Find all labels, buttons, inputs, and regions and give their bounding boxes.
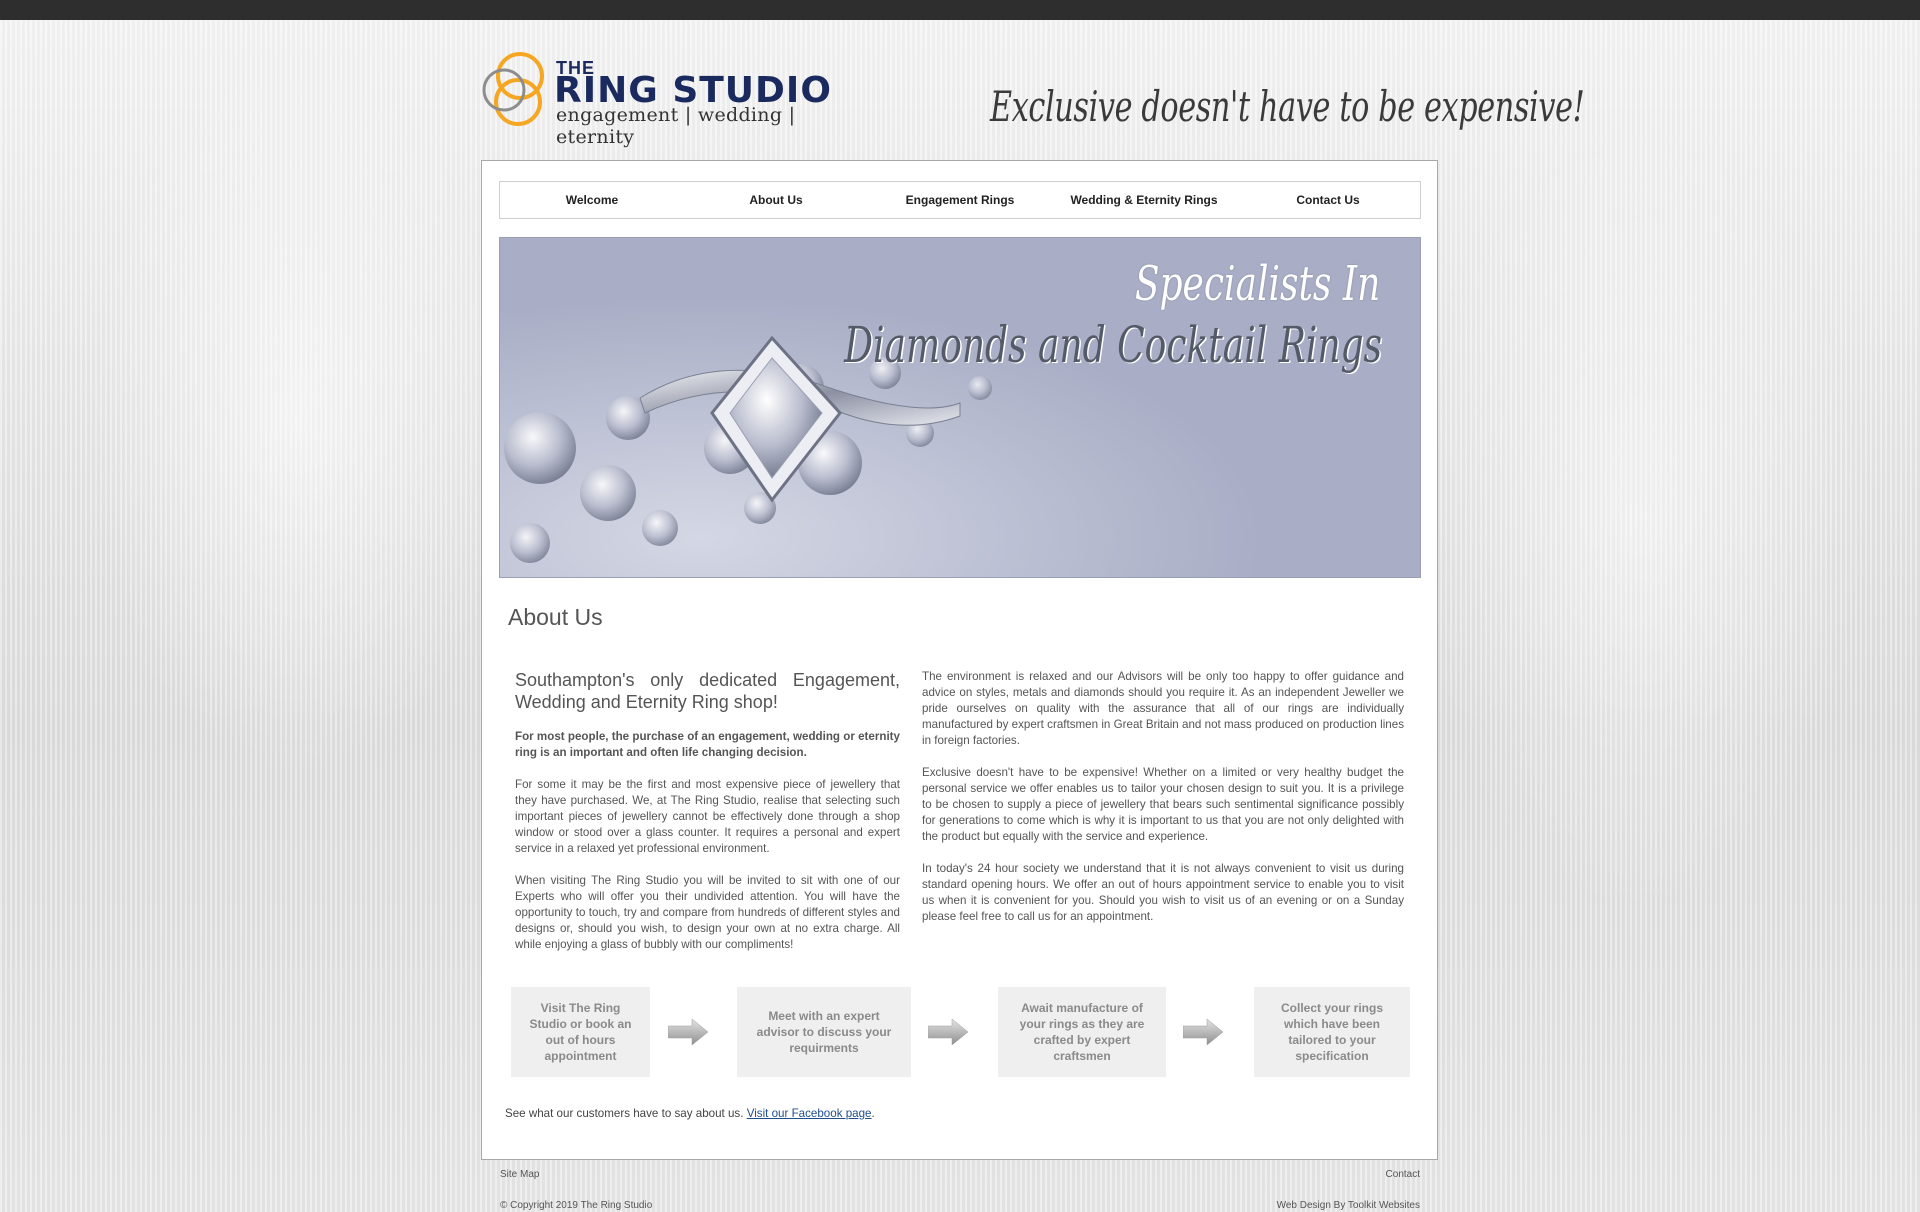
banner-headline: Specialists In bbox=[1134, 256, 1380, 312]
banner-subheadline: Diamonds and Cocktail Rings bbox=[844, 316, 1382, 374]
arrow-right-icon bbox=[668, 1019, 708, 1045]
slogan: Exclusive doesn't have to be expensive! bbox=[990, 82, 1585, 131]
intro-bold-text: For most people, the purchase of an enga… bbox=[515, 730, 900, 759]
left-column: Southampton's only dedicated Engagement,… bbox=[515, 669, 900, 969]
content-card: Welcome About Us Engagement Rings Weddin… bbox=[481, 160, 1438, 1160]
footer-contact-link[interactable]: Contact bbox=[1386, 1169, 1420, 1180]
facebook-line: See what our customers have to say about… bbox=[505, 1107, 875, 1120]
footer-contact[interactable]: Contact bbox=[1386, 1169, 1420, 1180]
facebook-period: . bbox=[871, 1107, 875, 1120]
step-collect: Collect your rings which have been tailo… bbox=[1254, 987, 1410, 1077]
footer-sitemap[interactable]: Site Map bbox=[500, 1169, 539, 1180]
facebook-link[interactable]: Visit our Facebook page bbox=[747, 1107, 872, 1120]
main-nav: Welcome About Us Engagement Rings Weddin… bbox=[499, 181, 1421, 219]
nav-about-us[interactable]: About Us bbox=[684, 182, 868, 218]
right-paragraph-3: In today's 24 hour society we understand… bbox=[922, 862, 1404, 923]
top-bar bbox=[0, 0, 1920, 20]
web-design-credit[interactable]: Web Design By Toolkit Websites bbox=[1277, 1200, 1420, 1211]
step-manufacture: Await manufacture of your rings as they … bbox=[998, 987, 1166, 1077]
intro-heading: Southampton's only dedicated Engagement,… bbox=[515, 670, 900, 712]
brand-logo[interactable]: THE RING STUDIO engagement | wedding | e… bbox=[478, 48, 838, 148]
nav-wedding-eternity-rings[interactable]: Wedding & Eternity Rings bbox=[1052, 182, 1236, 218]
rings-logo-icon bbox=[482, 52, 544, 126]
step-meet-advisor: Meet with an expert advisor to discuss y… bbox=[737, 987, 911, 1077]
nav-engagement-rings[interactable]: Engagement Rings bbox=[868, 182, 1052, 218]
facebook-text: See what our customers have to say about… bbox=[505, 1107, 744, 1120]
left-paragraph-1: For some it may be the first and most ex… bbox=[515, 778, 900, 855]
right-column: The environment is relaxed and our Advis… bbox=[922, 669, 1404, 941]
right-paragraph-2: Exclusive doesn't have to be expensive! … bbox=[922, 766, 1404, 843]
step-visit: Visit The Ring Studio or book an out of … bbox=[511, 987, 650, 1077]
nav-welcome[interactable]: Welcome bbox=[500, 182, 684, 218]
arrow-right-icon bbox=[928, 1019, 968, 1045]
hero-banner: Specialists In Diamonds and Cocktail Rin… bbox=[499, 237, 1421, 578]
arrow-right-icon bbox=[1183, 1019, 1223, 1045]
right-paragraph-1: The environment is relaxed and our Advis… bbox=[922, 670, 1404, 747]
copyright: © Copyright 2019 The Ring Studio bbox=[500, 1200, 653, 1211]
logo-tagline: engagement | wedding | eternity bbox=[556, 104, 796, 148]
page-title: About Us bbox=[508, 604, 603, 630]
nav-contact-us[interactable]: Contact Us bbox=[1236, 182, 1420, 218]
sitemap-link[interactable]: Site Map bbox=[500, 1169, 539, 1180]
left-paragraph-2: When visiting The Ring Studio you will b… bbox=[515, 874, 900, 951]
